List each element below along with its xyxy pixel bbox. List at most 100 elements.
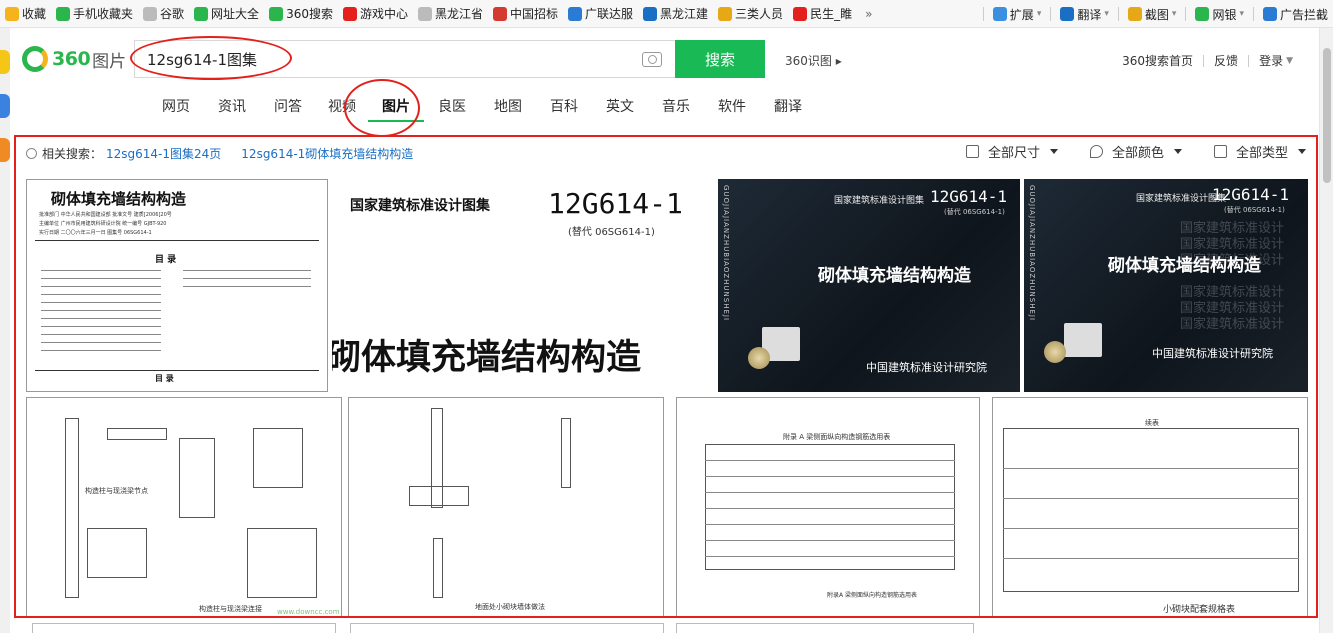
bookmark-label: 黑龙江建: [660, 7, 709, 21]
feedback-link[interactable]: 反馈: [1214, 52, 1238, 69]
filter-size-label: 全部尺寸: [987, 146, 1040, 161]
bookmark-label: 游戏中心: [359, 7, 408, 21]
chevron-down-icon[interactable]: ▼: [1286, 56, 1293, 66]
bookmark-item[interactable]: 黑龙江建: [638, 0, 713, 28]
related-link[interactable]: 12sg614-1砌体填充墙结构构造: [241, 145, 413, 162]
bookmark-item[interactable]: 中国招标: [488, 0, 563, 28]
cover-spine-text: GUOJIAJIANZHUBIAOZHUNSHEJI: [722, 185, 730, 322]
tab-7[interactable]: 百科: [536, 94, 592, 122]
tab-4[interactable]: 图片: [368, 94, 424, 122]
result-image-drawing-1[interactable]: 构造柱与现浇梁节点 构造柱与现浇梁连接 www.downcc.com: [26, 397, 342, 616]
bookmark-item[interactable]: 广联达服: [563, 0, 638, 28]
tab-8[interactable]: 英文: [592, 94, 648, 122]
tab-5[interactable]: 良医: [424, 94, 480, 122]
bookmark-label: 网址大全: [211, 7, 260, 21]
translate-icon: [1060, 7, 1075, 21]
rule: [35, 370, 319, 371]
search-box: [134, 40, 675, 78]
browser-tools: 扩展 ▾ 翻译 ▾ 截图 ▾ 网银 ▾ 广告拦截: [979, 0, 1333, 28]
sidebar-weibo-icon[interactable]: [0, 138, 10, 162]
result-image-drawing-2[interactable]: 地面处小砌块墙体做法: [348, 397, 664, 616]
bookmark-item[interactable]: 网址大全: [189, 0, 264, 28]
bookmark-item[interactable]: 收藏: [0, 0, 51, 28]
tab-9[interactable]: 音乐: [648, 94, 704, 122]
bank-icon: [1195, 7, 1210, 21]
star-icon: [5, 6, 19, 21]
result-image-peek[interactable]: [350, 623, 664, 633]
toolbar-label: 截图: [1144, 7, 1169, 22]
result-image-table-1[interactable]: 附录 A 梁侧面纵向构造钢筋选用表 附录A 梁侧面纵向构造钢筋选用表: [676, 397, 980, 616]
filter-color[interactable]: 全部颜色: [1089, 142, 1182, 161]
divider: [1203, 54, 1205, 67]
filter-size[interactable]: 全部尺寸: [965, 142, 1058, 161]
bookmarks-more-button[interactable]: »: [857, 0, 880, 28]
table-title: 续表: [1145, 419, 1159, 427]
tab-2[interactable]: 问答: [260, 94, 316, 122]
sticker-icon: [1064, 323, 1102, 357]
filter-type-label: 全部类型: [1235, 146, 1288, 161]
tab-6[interactable]: 地图: [480, 94, 536, 122]
chevron-down-icon[interactable]: ▾: [1037, 9, 1042, 19]
result-image-peek[interactable]: [32, 623, 336, 633]
result-image-cover-text[interactable]: 国家建筑标准设计图集 12G614-1 (替代 06SG614-1) 砌体填充墙…: [332, 179, 716, 392]
toolbar-label: 网银: [1212, 7, 1237, 22]
cover-spine-text: GUOJIAJIANZHUBIAOZHUNSHEJI: [1028, 185, 1036, 322]
tab-3[interactable]: 视频: [316, 94, 368, 122]
table-line: [705, 524, 955, 525]
result-image-dark-cover-2[interactable]: GUOJIAJIANZHUBIAOZHUNSHEJI 国家建筑标准设计 国家建筑…: [1024, 179, 1308, 392]
toolbar-item[interactable]: 网银 ▾: [1190, 0, 1249, 28]
nav-tabs: 网页 资讯 问答 视频 图片 良医 地图 百科 英文 音乐 软件 翻译: [148, 94, 816, 122]
result-image-table-2[interactable]: 续表 小砌块配套规格表: [992, 397, 1308, 616]
toolbar-item[interactable]: 广告拦截: [1258, 0, 1333, 28]
result-image-toc[interactable]: 砌体填充墙结构构造 批准部门 中华人民共和国建设部 批准文号 建质[2006]2…: [26, 179, 328, 392]
bookmark-item[interactable]: 民生_睢: [788, 0, 857, 28]
cover-code: 12G614-1: [930, 187, 1008, 206]
globe-icon: [194, 6, 209, 21]
bookmark-item[interactable]: 黑龙江省: [413, 0, 488, 28]
scrollbar-thumb[interactable]: [1323, 48, 1331, 183]
toolbar-item[interactable]: 截图 ▾: [1123, 0, 1182, 28]
bookmark-item[interactable]: 谷歌: [138, 0, 189, 28]
chevron-down-icon[interactable]: ▾: [1239, 9, 1244, 19]
vertical-scrollbar[interactable]: [1319, 28, 1333, 633]
result-image-peek[interactable]: [676, 623, 974, 633]
divider: [982, 7, 984, 21]
related-link[interactable]: 12sg614-1图集24页: [106, 145, 221, 162]
login-link[interactable]: 登录: [1259, 52, 1283, 69]
tab-11[interactable]: 翻译: [760, 94, 816, 122]
cloud-icon: [568, 6, 583, 21]
bookmark-item[interactable]: 游戏中心: [338, 0, 413, 28]
toc-heading: 目 录: [155, 255, 177, 265]
toolbar-item[interactable]: 扩展 ▾: [988, 0, 1047, 28]
tab-1[interactable]: 资讯: [204, 94, 260, 122]
toc-line: [41, 326, 161, 327]
divider: [1117, 7, 1119, 21]
toc-line: [41, 294, 161, 295]
bookmark-item[interactable]: 三类人员: [713, 0, 788, 28]
bookmark-list: 收藏 手机收藏夹 谷歌 网址大全 360搜索 游戏中心 黑龙江省 中国招标 广联达服 黑龙江建 三类…: [0, 0, 857, 28]
table-line: [705, 492, 955, 493]
chevron-down-icon[interactable]: ▾: [1172, 9, 1177, 19]
cover-main-title: 砌体填充墙结构构造: [332, 338, 642, 378]
logo-360-images[interactable]: 360 图片: [22, 43, 126, 75]
filter-type[interactable]: 全部类型: [1213, 142, 1306, 161]
bookmark-item[interactable]: 手机收藏夹: [51, 0, 138, 28]
toolbar-label: 广告拦截: [1279, 7, 1328, 22]
bookmark-item[interactable]: 360搜索: [264, 0, 338, 28]
result-image-dark-cover[interactable]: GUOJIAJIANZHUBIAOZHUNSHEJI 国家建筑标准设计图集 12…: [718, 179, 1020, 392]
toolbar-item[interactable]: 翻译 ▾: [1055, 0, 1114, 28]
toolbar-label: 扩展: [1009, 7, 1034, 22]
sidebar-star-icon[interactable]: [0, 50, 10, 74]
sidebar-app-icon[interactable]: [0, 94, 10, 118]
image-recognition-link[interactable]: 360识图 ▸: [785, 52, 842, 69]
camera-icon[interactable]: [642, 52, 662, 67]
chevron-down-icon[interactable]: ▾: [1104, 9, 1109, 19]
tab-0[interactable]: 网页: [148, 94, 204, 122]
search-input[interactable]: [135, 41, 615, 77]
table-line: [1003, 528, 1299, 529]
tab-10[interactable]: 软件: [704, 94, 760, 122]
home-link[interactable]: 360搜索首页: [1122, 52, 1193, 69]
bookmarks-bar: 收藏 手机收藏夹 谷歌 网址大全 360搜索 游戏中心 黑龙江省 中国招标 广联达服 黑龙江建 三类…: [0, 0, 1333, 28]
search-button[interactable]: 搜索: [675, 40, 765, 78]
toc-line: [41, 334, 161, 335]
